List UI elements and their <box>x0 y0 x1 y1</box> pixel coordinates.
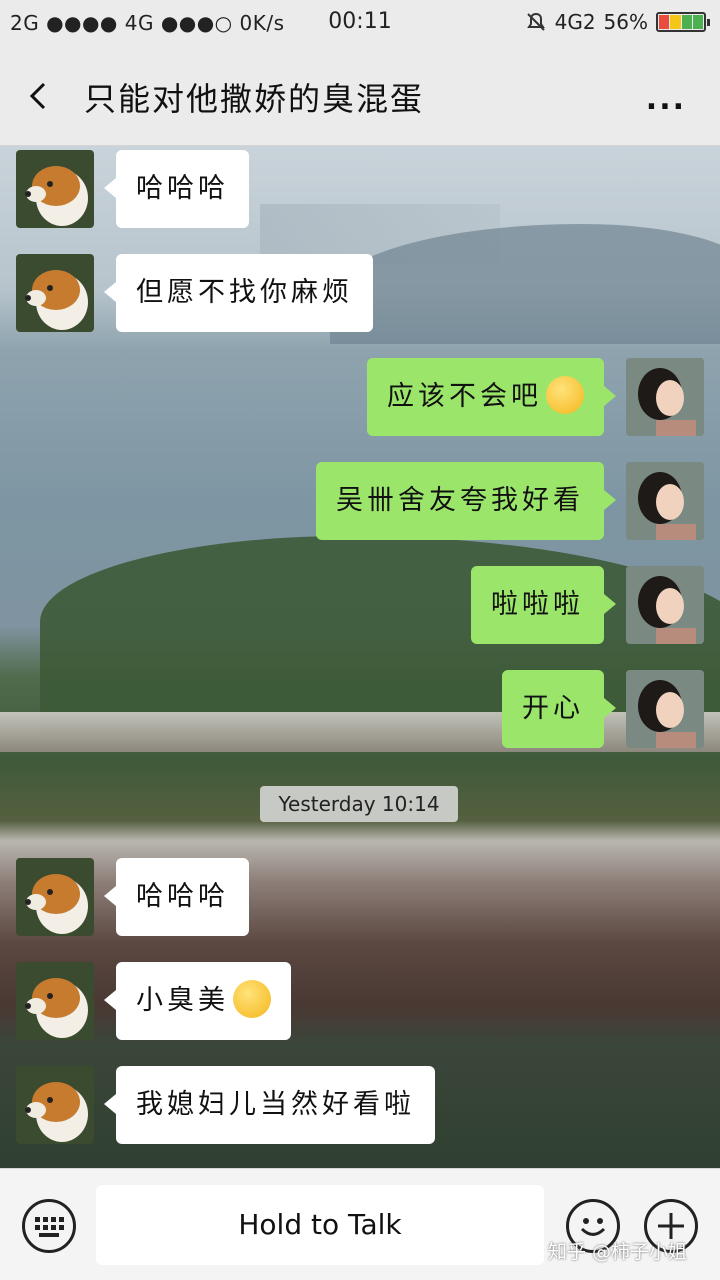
contact-avatar[interactable] <box>16 1066 94 1144</box>
blush-emoji-icon <box>546 375 584 414</box>
incoming-bubble[interactable]: 哈哈哈 <box>104 150 249 228</box>
outgoing-bubble[interactable]: 应该不会吧 <box>367 358 616 436</box>
status-right: 4G2 56% <box>525 10 710 34</box>
contact-avatar[interactable] <box>16 254 94 332</box>
message-row: 啦啦啦 <box>471 566 704 644</box>
contact-avatar[interactable] <box>16 962 94 1040</box>
keyboard-toggle-icon[interactable] <box>22 1199 76 1253</box>
outgoing-bubble[interactable]: 吴卌舍友夸我好看 <box>316 462 616 540</box>
contact-avatar[interactable] <box>16 150 94 228</box>
my-avatar[interactable] <box>626 670 704 748</box>
title-bar: 只能对他撒娇的臭混蛋 ... <box>0 46 720 146</box>
incoming-bubble[interactable]: 但愿不找你麻烦 <box>104 254 373 332</box>
incoming-bubble[interactable]: 我媳妇儿当然好看啦 <box>104 1066 435 1144</box>
message-row: 吴卌舍友夸我好看 <box>316 462 704 540</box>
incoming-bubble[interactable]: 哈哈哈 <box>104 858 249 936</box>
status-bar: 2G ●●●● 4G ●●●○ 0K/s 00:11 4G2 56% <box>0 0 720 46</box>
hold-to-talk-button[interactable]: Hold to Talk <box>96 1185 544 1265</box>
message-row: 哈哈哈 <box>16 150 249 228</box>
message-row: 我媳妇儿当然好看啦 <box>16 1066 435 1144</box>
message-row: 小臭美 <box>16 962 291 1040</box>
message-row: 哈哈哈 <box>16 858 249 936</box>
message-row: 应该不会吧 <box>367 358 704 436</box>
outgoing-bubble[interactable]: 啦啦啦 <box>471 566 616 644</box>
smirk-emoji-icon <box>233 979 271 1018</box>
watermark-text: 知乎 @柿子小姐 <box>548 1241 688 1263</box>
input-bar: Hold to Talk 知乎 @柿子小姐 <box>0 1168 720 1280</box>
mute-bell-icon <box>526 12 545 31</box>
signal-indicator: 4G2 <box>554 10 596 34</box>
my-avatar[interactable] <box>626 358 704 436</box>
chat-title: 只能对他撒娇的臭混蛋 <box>84 80 425 118</box>
message-row: 但愿不找你麻烦 <box>16 254 373 332</box>
battery-percent: 56% <box>603 10 648 34</box>
message-text: 应该不会吧 <box>387 381 542 412</box>
outgoing-bubble[interactable]: 开心 <box>502 670 616 748</box>
more-options-icon[interactable]: ... <box>646 82 686 117</box>
chat-area[interactable]: 哈哈哈 但愿不找你麻烦 应该不会吧 吴卌舍友夸我好看 啦啦啦 开心 Yester… <box>0 146 720 1168</box>
incoming-bubble[interactable]: 小臭美 <box>104 962 291 1040</box>
battery-icon <box>656 12 710 32</box>
message-timestamp: Yesterday 10:14 <box>260 786 458 822</box>
message-text: 小臭美 <box>136 985 229 1016</box>
my-avatar[interactable] <box>626 462 704 540</box>
message-row: 开心 <box>502 670 704 748</box>
back-arrow-icon[interactable] <box>22 78 58 114</box>
contact-avatar[interactable] <box>16 858 94 936</box>
my-avatar[interactable] <box>626 566 704 644</box>
